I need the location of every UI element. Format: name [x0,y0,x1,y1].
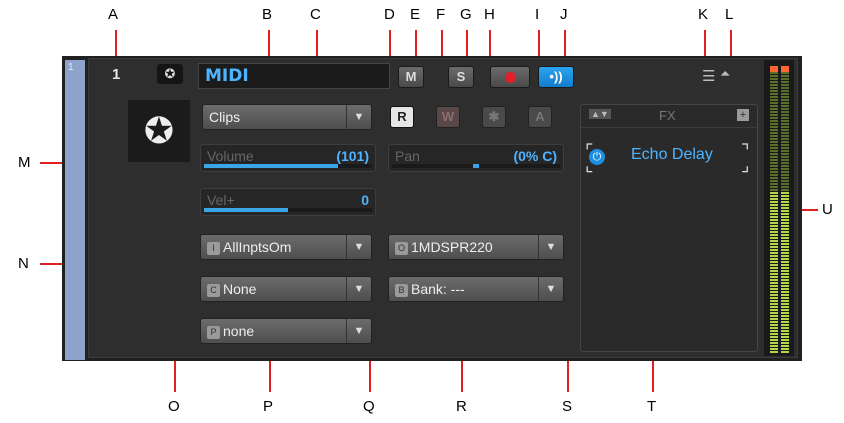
velocity-fill [204,208,288,212]
fx-add-icon[interactable]: + [737,109,749,121]
chevron-down-icon: ▼ [346,235,371,259]
mute-button[interactable]: M [398,66,424,88]
callout-h: H [484,6,495,23]
input-tag-icon: I [207,241,220,255]
record-arm-button[interactable] [490,66,530,88]
callout-d: D [384,6,395,23]
velocity-slider[interactable]: Vel+ 0 [200,188,376,216]
clips-dropdown[interactable]: Clips ▼ [202,104,372,130]
callout-o: O [168,398,180,415]
track-icon[interactable]: ✪ [128,100,190,162]
clips-label: Clips [209,109,241,125]
track-name-field[interactable]: MIDI [198,63,390,89]
chevron-down-icon: ▼ [346,105,371,129]
callout-f: F [436,6,446,23]
level-meter [764,60,794,356]
output-dropdown[interactable]: O 1MDSPR220 ▼ [388,234,564,260]
input-echo-button[interactable]: •)) [538,66,574,88]
callout-r: R [456,398,467,415]
bank-dropdown[interactable]: B Bank: --- ▼ [388,276,564,302]
callout-c: C [310,6,321,23]
fx-header: ▲▼ FX + [581,105,757,128]
read-automation-button[interactable]: R [390,106,414,128]
output-tag-icon: O [395,241,408,255]
input-dropdown[interactable]: I AllInptsOm ▼ [200,234,372,260]
track-color-strip[interactable] [65,60,85,360]
volume-slider[interactable]: Volume (101) [200,144,376,172]
pan-slider[interactable]: Pan (0% C) [388,144,564,172]
input-echo-icon: •)) [549,69,563,84]
callout-m: M [18,154,31,171]
bank-tag-icon: B [395,283,408,297]
strip-number: 1 [68,62,74,73]
callout-l: L [725,6,734,23]
write-automation-button[interactable]: W [436,106,460,128]
callout-q: Q [363,398,375,415]
track-number: 1 [112,66,121,83]
midi-din-icon[interactable]: ✪ [157,64,183,84]
volume-fill [204,164,339,168]
fx-power-icon[interactable]: ⏻ [589,149,605,165]
velocity-label: Vel+ [207,192,235,208]
archive-button[interactable]: A [528,106,552,128]
velocity-value: 0 [361,192,369,208]
solo-button[interactable]: S [448,66,474,88]
patch-value: none [223,323,255,339]
patch-dropdown[interactable]: Pnone ▼ [200,318,372,344]
callout-g: G [460,6,472,23]
callout-t: T [647,398,657,415]
fx-title: FX [659,108,676,123]
callout-i: I [535,6,540,23]
bank-value: Bank: --- [411,281,465,297]
callout-b: B [262,6,273,23]
pan-label: Pan [395,148,420,164]
channel-value: None [223,281,257,297]
callout-a: A [108,6,119,23]
input-value: AllInptsOm [223,239,292,255]
chevron-down-icon: ▼ [346,277,371,301]
fx-plugin-name[interactable]: Echo Delay [631,146,713,164]
chevron-down-icon: ▼ [346,319,371,343]
channel-dropdown[interactable]: C None ▼ [200,276,372,302]
channel-tag-icon: C [207,283,220,297]
pan-marker [473,164,479,168]
collapse-icon[interactable]: ⏶ [720,66,730,82]
callout-u: U [822,201,833,218]
patch-tag-icon: P [207,325,220,339]
callout-s: S [562,398,573,415]
callout-k: K [698,6,709,23]
volume-label: Volume [207,148,254,164]
freeze-button[interactable]: ✱ [482,106,506,128]
fx-scroll-arrows-icon[interactable]: ▲▼ [589,109,611,119]
record-icon [504,72,516,83]
callout-e: E [410,6,421,23]
chevron-down-icon: ▼ [538,277,563,301]
snowflake-icon: ✱ [488,109,500,124]
chevron-down-icon: ▼ [538,235,563,259]
callout-j: J [560,6,568,23]
volume-value: (101) [336,148,369,164]
fx-bin[interactable]: ▲▼ FX + ⌜ ⌞ ⌝ ⌟ ⏻ Echo Delay [580,104,758,352]
output-value: 1MDSPR220 [411,239,493,255]
menu-icon[interactable]: ☰ [702,67,715,85]
pan-value: (0% C) [513,148,557,164]
callout-p: P [263,398,274,415]
callout-n: N [18,255,29,272]
